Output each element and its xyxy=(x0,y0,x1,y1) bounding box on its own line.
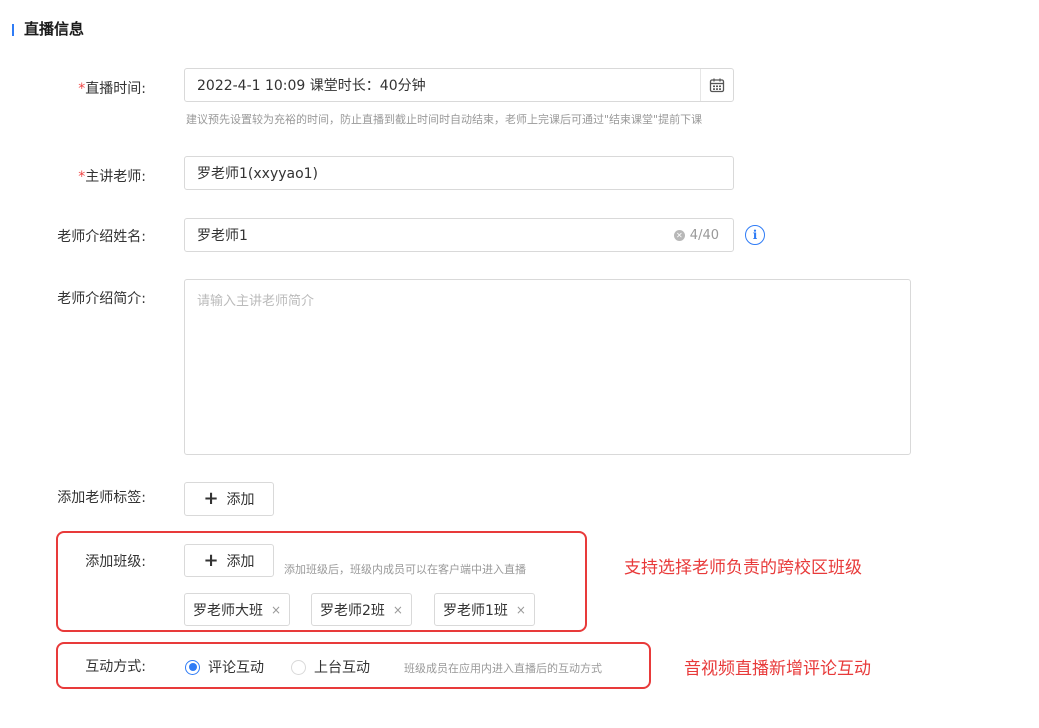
intro-desc-textarea[interactable]: 请输入主讲老师简介 xyxy=(184,279,911,455)
add-class-label: 添加 xyxy=(226,553,255,570)
teacher-select[interactable]: 罗老师1(xxyyao1) xyxy=(184,156,734,190)
class-tag-label: 罗老师大班 xyxy=(193,602,263,619)
teacher-value: 罗老师1(xxyyao1) xyxy=(197,166,319,182)
section-title: 直播信息 xyxy=(24,20,85,38)
intro-name-input[interactable]: 罗老师1 ✕ 4/40 xyxy=(184,218,734,252)
class-tag-label: 罗老师1班 xyxy=(443,602,508,619)
classes-label: 添加班级: xyxy=(85,554,146,570)
section-accent-bar xyxy=(12,24,14,36)
radio-label: 上台互动 xyxy=(314,660,370,676)
radio-comment-interaction[interactable]: 评论互动 xyxy=(185,657,264,677)
live-time-label-text: 直播时间: xyxy=(85,81,146,97)
radio-label: 评论互动 xyxy=(208,660,264,676)
intro-name-label: 老师介绍姓名: xyxy=(57,229,146,245)
class-tag-label: 罗老师2班 xyxy=(320,602,385,619)
radio-stage-interaction[interactable]: 上台互动 xyxy=(291,657,370,677)
plus-icon: + xyxy=(203,488,219,509)
interaction-annotation: 音视频直播新增评论互动 xyxy=(684,659,871,679)
intro-desc-placeholder: 请输入主讲老师简介 xyxy=(197,294,315,309)
class-tag: 罗老师2班 × xyxy=(311,593,412,626)
live-time-field[interactable]: 2022-4-1 10:09 课堂时长：40分钟 xyxy=(184,68,734,102)
char-counter: ✕ 4/40 xyxy=(673,219,719,251)
class-tag: 罗老师大班 × xyxy=(184,593,291,626)
teacher-label: *主讲老师: xyxy=(60,166,146,186)
close-icon[interactable]: × xyxy=(393,603,403,617)
char-counter-text: 4/40 xyxy=(689,227,719,243)
interaction-hint: 班级成员在应用内进入直播后的互动方式 xyxy=(404,662,602,675)
live-time-hint: 建议预先设置较为充裕的时间，防止直播到截止时间时自动结束，老师上完课后可通过"结… xyxy=(186,113,703,126)
add-teacher-tag-label: 添加 xyxy=(226,492,255,508)
add-class-button[interactable]: + 添加 xyxy=(184,544,274,577)
clear-icon[interactable]: ✕ xyxy=(673,229,685,241)
classes-annotation: 支持选择老师负责的跨校区班级 xyxy=(624,558,862,578)
intro-name-value: 罗老师1 xyxy=(197,228,248,244)
info-icon[interactable]: i xyxy=(745,225,765,245)
classes-hint: 添加班级后，班级内成员可以在客户端中进入直播 xyxy=(284,563,526,576)
class-tag: 罗老师1班 × xyxy=(434,593,535,626)
plus-icon: + xyxy=(203,549,219,571)
live-time-value: 2022-4-1 10:09 课堂时长：40分钟 xyxy=(197,78,426,94)
teacher-tags-label: 添加老师标签: xyxy=(57,490,146,506)
intro-desc-label: 老师介绍简介: xyxy=(57,291,146,307)
close-icon[interactable]: × xyxy=(516,603,526,617)
close-icon[interactable]: × xyxy=(271,603,281,617)
radio-unselected-icon[interactable] xyxy=(291,659,306,675)
interaction-label: 互动方式: xyxy=(85,659,146,675)
live-time-label: *直播时间: xyxy=(60,78,146,98)
calendar-icon[interactable] xyxy=(700,69,733,101)
radio-selected-icon[interactable] xyxy=(185,659,200,675)
add-teacher-tag-button[interactable]: + 添加 xyxy=(184,482,274,516)
teacher-label-text: 主讲老师: xyxy=(85,169,146,185)
